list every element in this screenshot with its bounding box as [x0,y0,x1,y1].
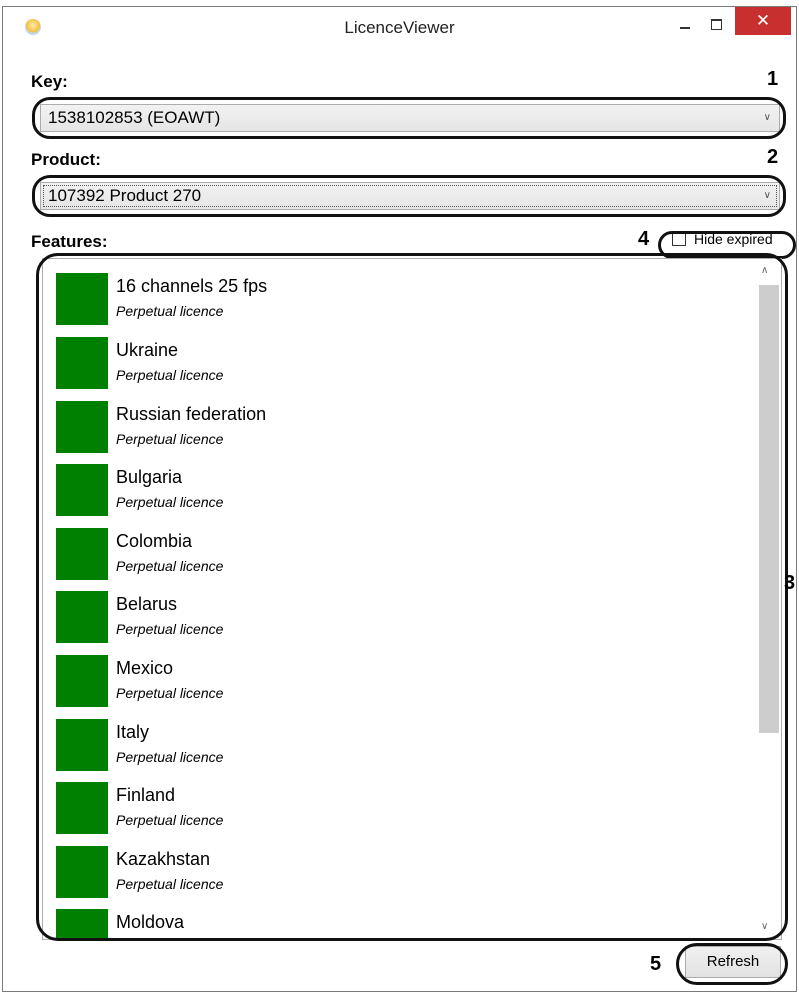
key-dropdown-value: 1538102853 (EOAWT) [48,108,221,127]
list-item[interactable]: Italy Perpetual licence [56,719,736,775]
feature-name: Moldova [116,912,185,932]
scroll-up-icon[interactable]: ∧ [761,265,768,276]
feature-name: Bulgaria [116,467,183,487]
feature-status-swatch [56,273,108,325]
feature-status: Perpetual licence [116,749,224,765]
key-dropdown[interactable]: 1538102853 (EOAWT) ∨ [40,104,780,132]
feature-name: Italy [116,722,150,742]
feature-status-swatch [56,591,108,643]
feature-status: Perpetual licence [116,685,224,701]
key-label: Key: [31,72,68,91]
callout-number-5: 5 [650,953,662,975]
product-dropdown-value: 107392 Product 270 [48,186,202,205]
feature-name: Belarus [116,594,178,614]
feature-name: Mexico [116,658,174,678]
list-item[interactable]: Bulgaria Perpetual licence [56,464,736,520]
feature-name: Finland [116,785,176,805]
feature-status: Perpetual licence [116,367,224,383]
feature-status: Perpetual licence [116,431,224,447]
list-item[interactable]: Finland Perpetual licence [56,782,736,838]
title-bar[interactable]: LicenceViewer ✕ [3,7,796,47]
list-item[interactable]: Belarus Perpetual licence [56,591,736,647]
feature-status-swatch [56,337,108,389]
callout-number-1: 1 [767,68,779,90]
list-item[interactable]: Moldova [56,909,736,939]
feature-name: Colombia [116,531,193,551]
feature-status-swatch [56,846,108,898]
feature-name: Russian federation [116,404,267,424]
callout-number-3: 3 [784,572,796,594]
feature-status-swatch [56,528,108,580]
list-item[interactable]: 16 channels 25 fps Perpetual licence [56,273,736,329]
features-list[interactable]: 16 channels 25 fps Perpetual licence Ukr… [42,258,782,940]
callout-number-4: 4 [638,228,650,250]
close-icon[interactable]: ✕ [735,7,791,35]
hide-expired-checkbox[interactable] [672,232,686,246]
scroll-down-icon[interactable]: ∨ [761,921,768,932]
feature-status: Perpetual licence [116,812,224,828]
feature-status: Perpetual licence [116,303,224,319]
feature-status-swatch [56,401,108,453]
list-item[interactable]: Mexico Perpetual licence [56,655,736,711]
feature-status: Perpetual licence [116,558,224,574]
list-item[interactable]: Russian federation Perpetual licence [56,401,736,457]
feature-status: Perpetual licence [116,621,224,637]
feature-name: Ukraine [116,340,179,360]
hide-expired-label[interactable]: Hide expired [694,231,773,247]
refresh-button[interactable]: Refresh [685,946,781,978]
feature-status-swatch [56,782,108,834]
chevron-down-icon: ∨ [763,190,771,201]
list-item[interactable]: Kazakhstan Perpetual licence [56,846,736,902]
product-label: Product: [31,150,101,169]
list-item[interactable]: Colombia Perpetual licence [56,528,736,584]
feature-name: 16 channels 25 fps [116,276,268,296]
feature-status-swatch [56,719,108,771]
list-item[interactable]: Ukraine Perpetual licence [56,337,736,393]
feature-status-swatch [56,464,108,516]
feature-status: Perpetual licence [116,494,224,510]
feature-status: Perpetual licence [116,876,224,892]
feature-name: Kazakhstan [116,849,211,869]
feature-status-swatch [56,909,108,939]
maximize-icon[interactable] [703,13,731,35]
callout-number-2: 2 [767,146,779,168]
scrollbar-thumb[interactable] [759,285,779,733]
product-dropdown[interactable]: 107392 Product 270 ∨ [40,182,780,210]
features-label: Features: [31,232,108,251]
chevron-down-icon: ∨ [763,112,771,123]
feature-status-swatch [56,655,108,707]
minimize-icon[interactable] [671,13,699,35]
